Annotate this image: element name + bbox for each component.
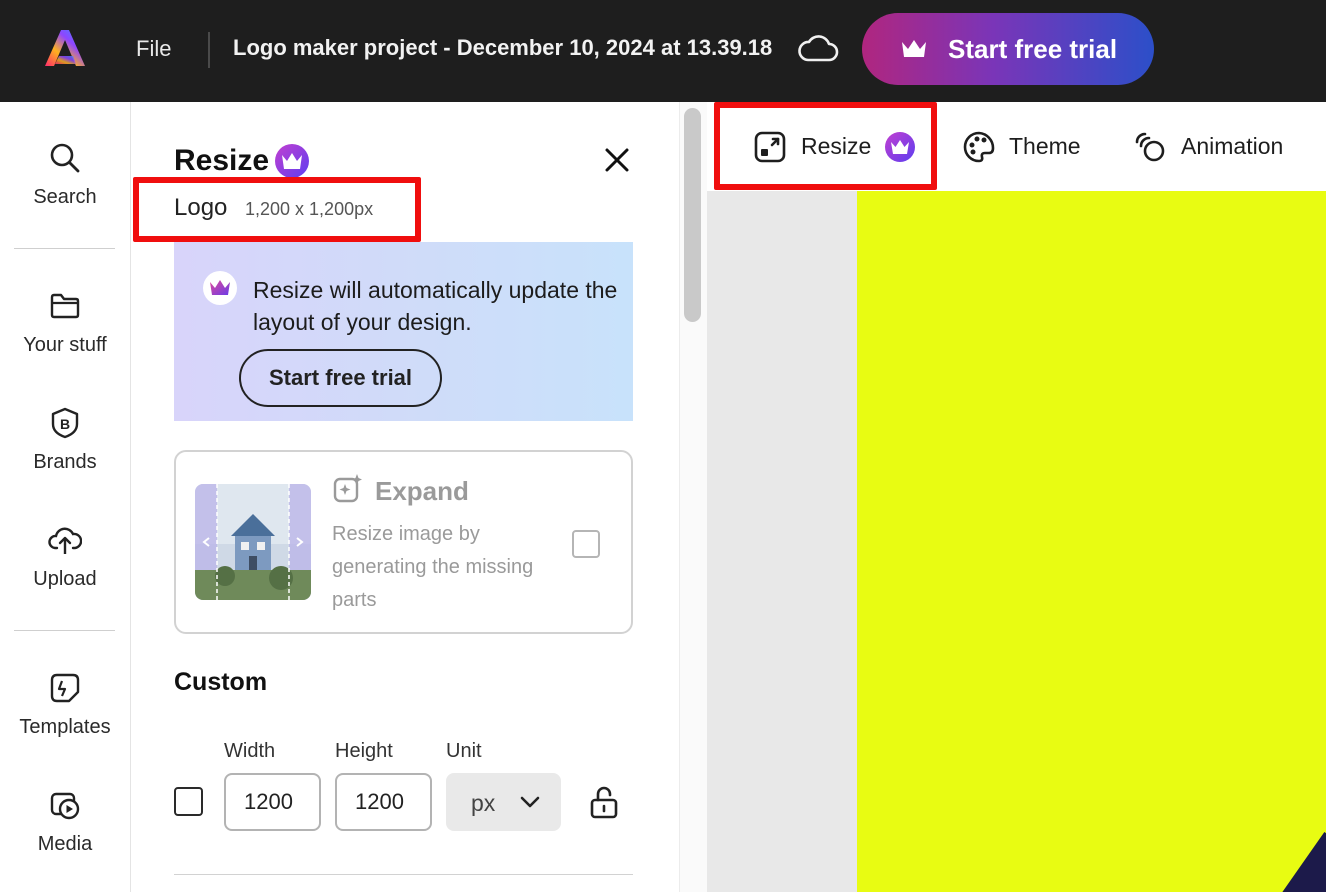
premium-crown-icon (275, 144, 309, 178)
expand-checkbox[interactable] (572, 530, 600, 558)
panel-divider (174, 874, 633, 875)
svg-text:B: B (60, 416, 70, 432)
rail-item-search[interactable]: Search (0, 142, 130, 209)
toolbar-animation-button[interactable]: Animation (1133, 102, 1283, 191)
toolbar-resize-button[interactable]: Resize (753, 102, 916, 191)
project-title[interactable]: Logo maker project - December 10, 2024 a… (233, 35, 772, 61)
rail-divider (14, 630, 115, 631)
chevron-down-icon (520, 796, 540, 808)
rail-item-upload[interactable]: Upload (0, 524, 130, 591)
unit-dropdown-value: px (471, 790, 496, 816)
size-preset-name: Logo (174, 194, 228, 221)
rail-item-templates[interactable]: Templates (0, 672, 130, 739)
cloud-icon[interactable] (797, 32, 839, 66)
expand-ai-icon (333, 474, 362, 503)
rail-item-media[interactable]: Media (0, 789, 130, 856)
width-label: Width (224, 740, 276, 762)
expand-title: Expand (375, 476, 469, 506)
start-free-trial-header-button[interactable]: Start free trial (862, 13, 1154, 85)
custom-section-title: Custom (174, 668, 268, 696)
adobe-express-logo[interactable] (43, 26, 87, 70)
premium-promo-banner: Resize will automatically update the lay… (174, 242, 633, 421)
panel-scrollbar-thumb[interactable] (684, 108, 701, 322)
unit-dropdown[interactable]: px (446, 773, 561, 831)
artboard-shape[interactable] (1278, 832, 1326, 892)
expand-thumbnail (195, 484, 311, 600)
promo-text: Resize will automatically update the lay… (253, 277, 618, 335)
height-input[interactable] (335, 773, 432, 831)
resize-panel: Resize Logo 1,200 x 1,200px Resize will … (131, 102, 679, 892)
expand-option-card[interactable]: Expand Resize image by generating the mi… (174, 450, 633, 634)
close-icon[interactable] (603, 146, 631, 174)
premium-crown-icon (885, 131, 916, 162)
brand-icon: B (51, 407, 79, 439)
search-icon (50, 143, 80, 173)
design-artboard[interactable] (857, 191, 1326, 892)
toolbar-animation-label: Animation (1181, 133, 1284, 159)
start-free-trial-promo-button[interactable]: Start free trial (239, 349, 442, 407)
resize-icon (754, 131, 786, 162)
house-thumbnail-image (195, 484, 311, 600)
unlock-icon[interactable] (589, 785, 619, 819)
crown-icon (210, 280, 230, 295)
unit-label: Unit (446, 740, 482, 762)
canvas-toolbar: Resize Theme Animation (707, 102, 1326, 191)
rail-divider (14, 248, 115, 249)
rail-label-media: Media (37, 833, 93, 855)
templates-icon (50, 673, 80, 703)
file-menu[interactable]: File (136, 36, 171, 62)
crown-icon (902, 40, 926, 57)
rail-item-brands[interactable]: B Brands (0, 407, 130, 474)
media-icon (50, 792, 80, 820)
height-label: Height (335, 740, 393, 762)
rail-item-your-stuff[interactable]: Your stuff (0, 290, 130, 357)
header-divider (208, 32, 210, 68)
promo-crown-badge (203, 271, 237, 305)
rail-label-search: Search (33, 186, 97, 208)
rail-label-upload: Upload (33, 568, 97, 590)
upload-icon (48, 527, 82, 554)
panel-title: Resize (174, 144, 270, 177)
start-free-trial-header-label: Start free trial (948, 33, 1118, 64)
rail-label-templates: Templates (19, 716, 111, 738)
toolbar-resize-label: Resize (801, 133, 872, 159)
toolbar-theme-label: Theme (1009, 133, 1081, 159)
custom-size-checkbox[interactable] (174, 787, 203, 816)
size-preset-dimensions: 1,200 x 1,200px (245, 199, 374, 219)
expand-description: Resize image by generating the missing p… (332, 523, 534, 611)
top-bar: File Logo maker project - December 10, 2… (0, 0, 1326, 102)
folder-icon (50, 293, 80, 319)
animation-icon (1135, 132, 1165, 161)
left-rail: Search Your stuff B Brands Upload Templa… (0, 102, 131, 892)
rail-label-brands: Brands (33, 451, 97, 473)
palette-icon (963, 131, 995, 162)
toolbar-theme-button[interactable]: Theme (962, 102, 1081, 191)
width-input[interactable] (224, 773, 321, 831)
rail-label-your-stuff: Your stuff (23, 334, 107, 356)
